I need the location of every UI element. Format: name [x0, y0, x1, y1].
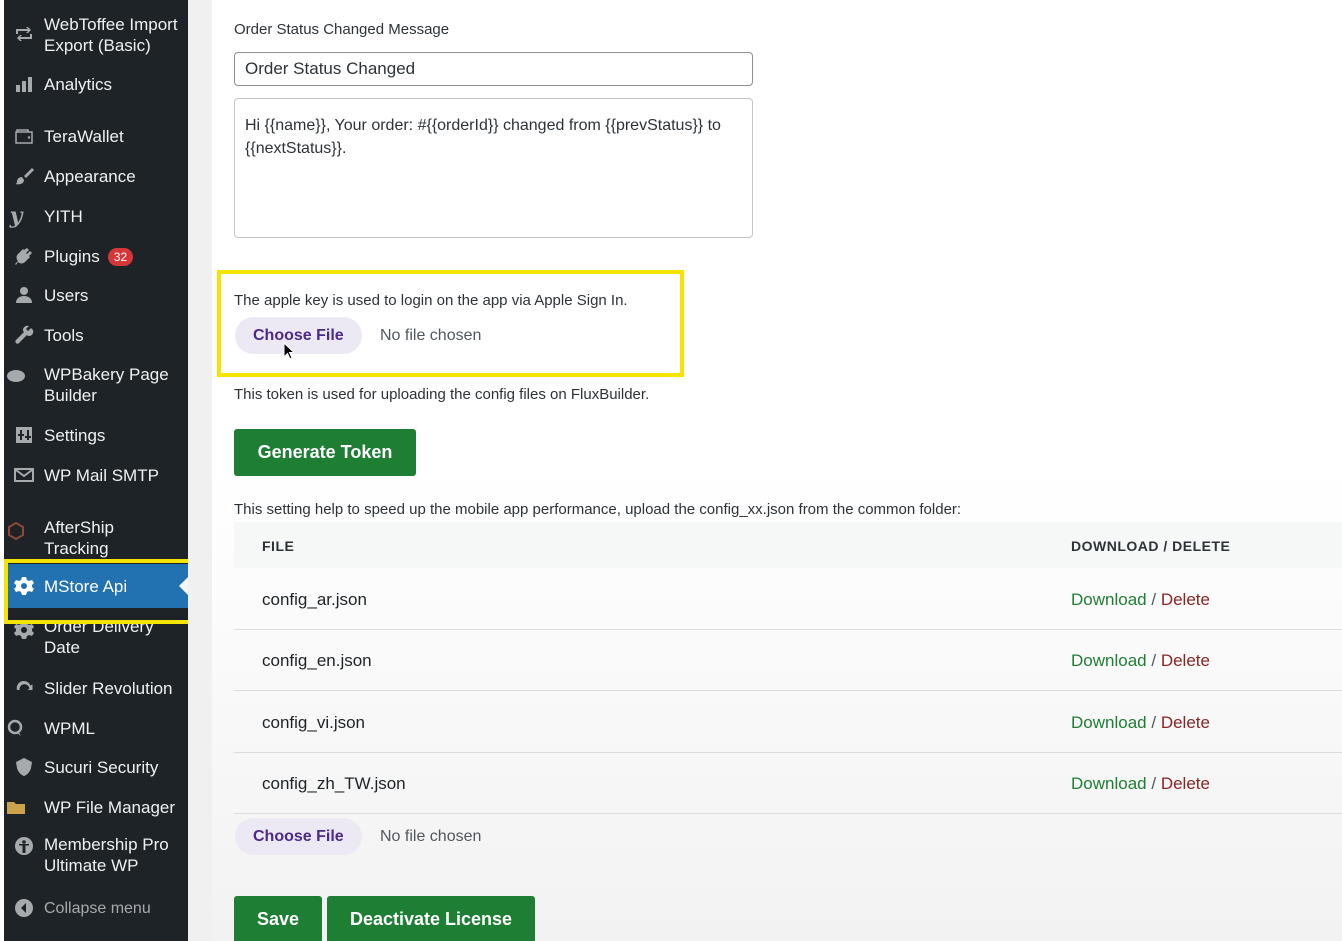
collapse-menu-button[interactable]: Collapse menu — [4, 896, 188, 920]
sidebar-item-label: Users — [44, 285, 89, 305]
sidebar-item-appearance[interactable]: Appearance — [4, 164, 188, 188]
sidebar-item-label: Tools — [44, 325, 84, 345]
table-row: config_vi.json Download / Delete — [234, 691, 1342, 753]
action-separator: / — [1151, 774, 1157, 793]
wallet-icon — [12, 124, 36, 148]
settings-icon — [12, 423, 36, 447]
wpml-icon — [4, 716, 28, 740]
sidebar-item-wpml[interactable]: WPML — [4, 716, 188, 740]
delete-link[interactable]: Delete — [1161, 774, 1210, 793]
sidebar-item-plugins[interactable]: Plugins 32 — [4, 244, 188, 268]
sidebar-item-tools[interactable]: Tools — [4, 323, 188, 347]
sidebar-item-label: Sucuri Security — [44, 757, 159, 777]
sidebar-item-label: WebToffee Import — [44, 15, 178, 34]
sidebar-item-webtoffee[interactable]: WebToffee Import Export (Basic) — [4, 12, 188, 56]
sidebar-item-wp-file-manager[interactable]: WP File Manager — [4, 795, 188, 819]
aftership-icon — [4, 519, 28, 543]
action-separator: / — [1151, 590, 1157, 609]
main-content: Order Status Changed Message The apple k… — [212, 0, 1342, 941]
annotation-highlight-sidebar — [4, 559, 210, 624]
sidebar-item-settings[interactable]: Settings — [4, 423, 188, 447]
wpbakery-icon — [4, 364, 28, 388]
sidebar-item-slider-revolution[interactable]: Slider Revolution — [4, 676, 188, 700]
token-description: This token is used for uploading the con… — [234, 386, 650, 403]
sidebar-item-membership-pro[interactable]: Membership Pro Ultimate WP — [4, 834, 188, 878]
sidebar-item-label: Date — [44, 638, 80, 657]
folder-icon — [4, 795, 28, 819]
config-choose-file-button[interactable]: Choose File — [235, 818, 362, 855]
webtoffee-icon — [12, 22, 36, 46]
refresh-icon — [12, 676, 36, 700]
sidebar-item-label: Export (Basic) — [44, 36, 151, 55]
delete-link[interactable]: Delete — [1161, 590, 1210, 609]
user-icon — [12, 283, 36, 307]
sidebar-item-label: Settings — [44, 425, 106, 445]
table-row: config_en.json Download / Delete — [234, 629, 1342, 691]
generate-token-button[interactable]: Generate Token — [234, 429, 416, 476]
yith-icon: y — [9, 202, 23, 229]
sidebar-item-label: WPBakery Page — [44, 365, 169, 384]
table-row: config_zh_TW.json Download / Delete — [234, 752, 1342, 814]
config-file-status: No file chosen — [380, 828, 482, 845]
sidebar-item-label: Ultimate WP — [44, 856, 139, 875]
sidebar-item-users[interactable]: Users — [4, 283, 188, 307]
sidebar-item-label: Slider Revolution — [44, 678, 173, 698]
bar-chart-icon — [12, 72, 36, 96]
config-files-description: This setting help to speed up the mobile… — [234, 501, 962, 518]
sidebar-item-analytics[interactable]: Analytics — [4, 72, 188, 96]
config-file-name: config_ar.json — [262, 590, 367, 609]
order-status-section-label: Order Status Changed Message — [234, 21, 450, 38]
sidebar-item-label: Membership Pro — [44, 835, 169, 854]
save-button[interactable]: Save — [234, 896, 322, 941]
sidebar-item-label: AfterShip — [44, 518, 114, 537]
download-link[interactable]: Download — [1071, 774, 1147, 793]
sidebar-item-label: Builder — [44, 386, 97, 405]
update-count-badge: 32 — [107, 248, 134, 267]
sidebar-item-aftership[interactable]: AfterShip Tracking — [4, 515, 188, 559]
sidebar-item-wpbakery[interactable]: WPBakery Page Builder — [4, 362, 188, 406]
download-link[interactable]: Download — [1071, 713, 1147, 732]
sidebar-item-sucuri-security[interactable]: Sucuri Security — [4, 755, 188, 779]
column-header-file: FILE — [262, 538, 295, 554]
paintbrush-icon — [12, 164, 36, 188]
mouse-cursor-icon — [283, 342, 296, 360]
sidebar-item-label: Tracking — [44, 539, 109, 558]
membership-icon — [12, 834, 36, 858]
sidebar-item-label: Analytics — [44, 74, 113, 94]
download-link[interactable]: Download — [1071, 590, 1147, 609]
sidebar-item-label: YITH — [44, 206, 83, 226]
sidebar-item-terawallet[interactable]: TeraWallet — [4, 124, 188, 148]
download-link[interactable]: Download — [1071, 651, 1147, 670]
config-file-name: config_zh_TW.json — [262, 774, 406, 793]
sidebar-item-label: Appearance — [44, 166, 136, 186]
collapse-icon — [12, 896, 36, 920]
sidebar-item-label: Collapse menu — [44, 899, 151, 917]
screen: WebToffee Import Export (Basic) Analytics… — [0, 0, 1342, 941]
sidebar-item-wp-mail-smtp[interactable]: WP Mail SMTP — [4, 463, 188, 487]
delete-link[interactable]: Delete — [1161, 651, 1210, 670]
sidebar-item-label: WPML — [44, 718, 95, 738]
action-separator: / — [1151, 651, 1157, 670]
admin-sidebar: WebToffee Import Export (Basic) Analytics… — [4, 0, 189, 941]
config-file-name: config_en.json — [262, 651, 372, 670]
sidebar-item-label: TeraWallet — [44, 126, 124, 146]
action-separator: / — [1151, 713, 1157, 732]
sidebar-item-label: WP Mail SMTP — [44, 465, 159, 485]
wrench-icon — [12, 323, 36, 347]
order-status-message-textarea[interactable] — [234, 98, 753, 238]
config-table-header: FILE DOWNLOAD / DELETE — [234, 522, 1342, 568]
order-status-title-input[interactable] — [234, 52, 753, 86]
sidebar-item-label: WP File Manager — [44, 797, 176, 817]
content-gutter — [188, 0, 212, 941]
mail-icon — [12, 463, 36, 487]
table-row: config_ar.json Download / Delete — [234, 568, 1342, 630]
delete-link[interactable]: Delete — [1161, 713, 1210, 732]
config-file-name: config_vi.json — [262, 713, 366, 732]
deactivate-license-button[interactable]: Deactivate License — [327, 896, 535, 941]
shield-icon — [12, 755, 36, 779]
column-header-download-delete: DOWNLOAD / DELETE — [1071, 538, 1231, 554]
plug-icon — [12, 244, 36, 268]
sidebar-item-yith[interactable]: y YITH — [4, 204, 188, 228]
sidebar-item-label: Plugins — [44, 246, 100, 266]
